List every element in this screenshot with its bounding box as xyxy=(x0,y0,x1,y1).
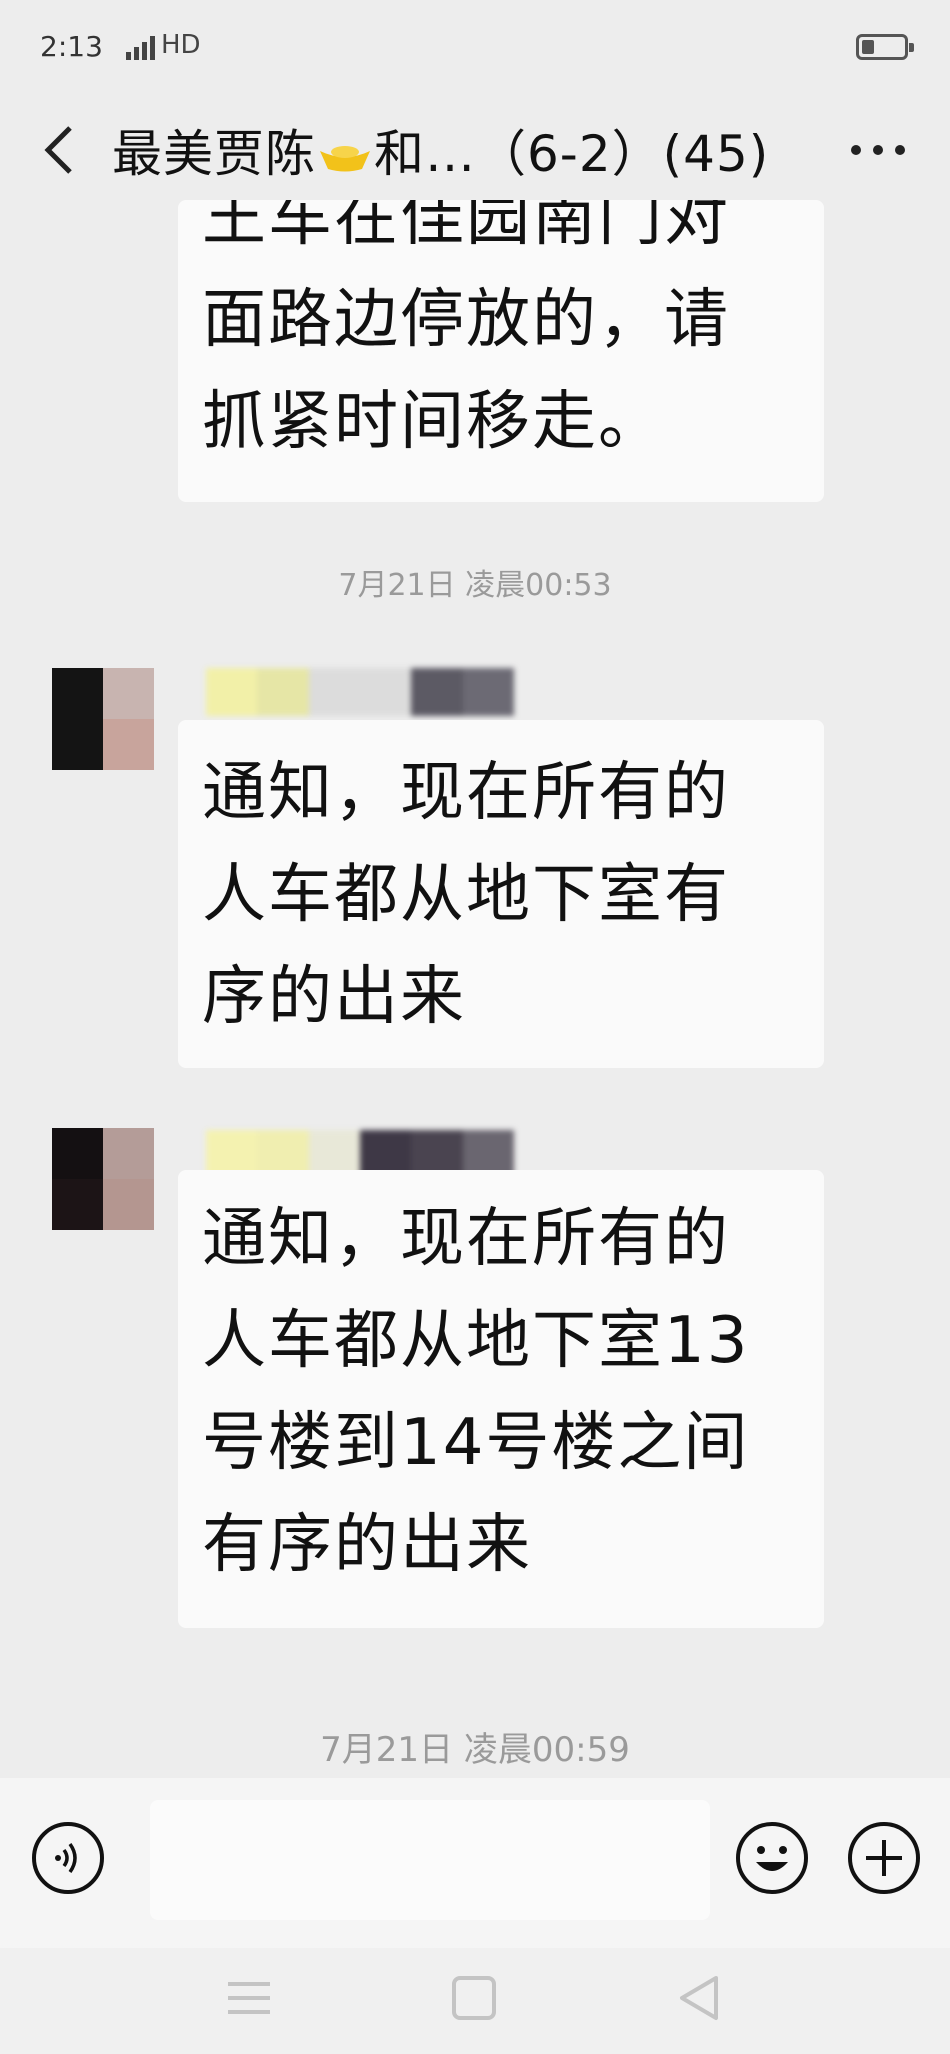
avatar[interactable] xyxy=(52,1128,154,1230)
status-bar: 2:13 HD xyxy=(0,0,950,100)
message-line: 人车都从地下室有 xyxy=(202,858,730,932)
triangle-back-icon[interactable] xyxy=(676,1974,722,2022)
message-line: 面路边停放的，请 xyxy=(202,283,730,357)
message-line: 号楼到14号楼之间 xyxy=(202,1406,750,1480)
chevron-left-icon[interactable] xyxy=(36,122,86,178)
nickname-pixel xyxy=(359,668,412,716)
timestamp: 7月21日 凌晨00:59 xyxy=(320,1730,630,1770)
nickname-pixel xyxy=(411,668,463,716)
avatar-pixel xyxy=(52,1179,103,1230)
smiley-icon[interactable] xyxy=(734,1820,810,1896)
status-time: 2:13 xyxy=(40,30,103,63)
nickname-pixel xyxy=(257,668,309,716)
plus-icon[interactable] xyxy=(846,1820,922,1896)
message-line: 序的出来 xyxy=(202,960,466,1034)
nickname-pixel xyxy=(462,668,514,716)
sender-nickname xyxy=(206,668,514,716)
more-dots-icon[interactable] xyxy=(846,130,910,170)
timestamp: 7月21日 凌晨00:53 xyxy=(338,568,612,603)
menu-icon[interactable] xyxy=(224,1976,274,2020)
battery-level xyxy=(862,40,874,54)
message-bubble[interactable]: 通知，现在所有的 人车都从地下室13 号楼到14号楼之间 有序的出来 xyxy=(178,1170,824,1628)
nickname-pixel xyxy=(308,668,360,716)
message-line: 抓紧时间移走。 xyxy=(202,385,664,459)
home-icon[interactable] xyxy=(448,1972,500,2024)
network-indicator: HD xyxy=(126,30,201,60)
avatar-pixel xyxy=(52,668,103,719)
chat-title: 最美贾陈 和…（6-2）(45) xyxy=(112,114,769,186)
gold-ingot-icon xyxy=(320,146,370,172)
title-prefix: 最美贾陈 xyxy=(112,125,316,183)
avatar-pixel xyxy=(103,719,154,770)
battery-icon xyxy=(856,34,914,60)
voice-icon[interactable] xyxy=(30,1820,106,1896)
chat-header: 最美贾陈 和…（6-2）(45) xyxy=(0,100,950,200)
message-line: 有序的出来 xyxy=(202,1508,532,1582)
message-line: 人车都从地下室13 xyxy=(202,1304,750,1378)
title-suffix: 和…（6-2）(45) xyxy=(374,125,770,183)
avatar-pixel xyxy=(103,668,154,719)
message-input[interactable] xyxy=(150,1800,710,1920)
network-type: HD xyxy=(161,30,201,60)
message-bubble[interactable]: 通知，现在所有的 人车都从地下室有 序的出来 xyxy=(178,720,824,1068)
avatar-pixel xyxy=(103,1128,154,1179)
avatar[interactable] xyxy=(52,668,154,770)
message-line: 王车在佳园南门对 xyxy=(202,200,730,255)
message-line: 通知，现在所有的 xyxy=(202,1202,730,1276)
message-bubble[interactable]: 王车在佳园南门对 面路边停放的，请 抓紧时间移走。 xyxy=(178,200,824,502)
avatar-pixel xyxy=(52,719,103,770)
signal-icon xyxy=(126,36,155,60)
nickname-pixel xyxy=(206,668,258,716)
message-line: 通知，现在所有的 xyxy=(202,756,730,830)
avatar-pixel xyxy=(52,1128,103,1179)
avatar-pixel xyxy=(103,1179,154,1230)
